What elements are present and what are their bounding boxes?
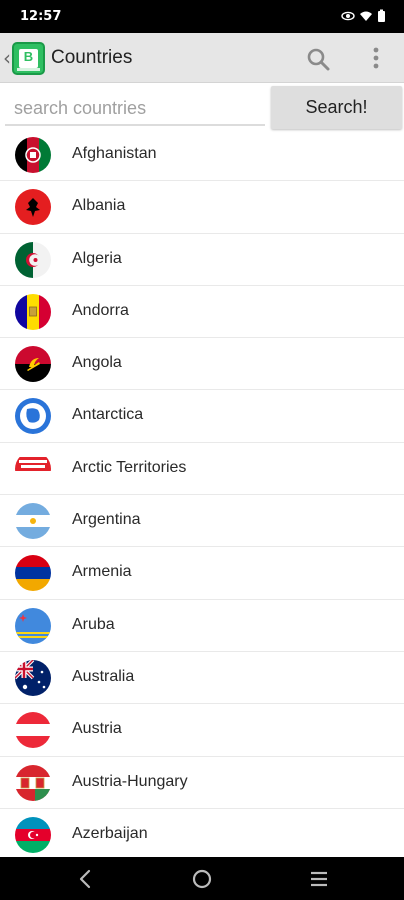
status-icons [341, 9, 386, 23]
country-name: Argentina [72, 511, 141, 529]
recents-nav-icon[interactable] [307, 867, 331, 891]
list-item[interactable]: Arctic Territories [0, 443, 404, 496]
search-input[interactable] [5, 92, 265, 126]
country-name: Armenia [72, 563, 132, 581]
list-item[interactable]: Australia [0, 652, 404, 705]
search-icon[interactable] [304, 45, 332, 73]
list-item[interactable]: Azerbaijan [0, 809, 404, 856]
antarctica-flag-icon [15, 398, 51, 435]
list-item[interactable]: Armenia [0, 547, 404, 600]
albania-flag-icon [15, 189, 51, 226]
list-item[interactable]: Antarctica [0, 390, 404, 443]
list-item[interactable]: Albania [0, 181, 404, 234]
app-logo-stripe [17, 68, 40, 71]
country-name: Albania [72, 197, 126, 215]
country-name: Antarctica [72, 406, 144, 424]
back-nav-icon[interactable] [74, 867, 98, 891]
country-name: Algeria [72, 249, 122, 267]
status-time: 12:57 [20, 9, 62, 24]
app-logo-letter: B [19, 49, 38, 68]
app-logo: B [12, 42, 45, 75]
country-name: Afghanistan [72, 145, 157, 162]
status-bar: 12:57 [0, 0, 404, 33]
country-list[interactable]: Afghanistan Albania Algeria Andorra Ango… [0, 129, 404, 856]
list-item[interactable]: Argentina [0, 495, 404, 548]
country-name: Austria [72, 720, 122, 738]
system-nav-bar [0, 857, 404, 900]
andorra-flag-icon [15, 293, 51, 330]
country-name: Australia [72, 667, 135, 685]
search-button[interactable]: Search! [271, 86, 402, 129]
angola-flag-icon [15, 346, 51, 383]
country-name: Arctic Territories [72, 458, 187, 476]
app-bar: ‹ B Countries [0, 33, 404, 83]
country-name: Azerbaijan [72, 824, 148, 842]
austria-hungary-flag-icon [15, 764, 51, 801]
back-chevron-icon[interactable]: ‹ [3, 46, 11, 70]
argentina-flag-icon [15, 503, 51, 540]
battery-icon [378, 9, 385, 22]
armenia-flag-icon [15, 555, 51, 592]
aruba-flag-icon [15, 607, 51, 644]
list-item[interactable]: Austria [0, 704, 404, 757]
page-title: Countries [51, 47, 133, 68]
afghanistan-flag-icon [15, 137, 51, 173]
algeria-flag-icon [15, 241, 51, 278]
australia-flag-icon [15, 659, 51, 696]
country-name: Andorra [72, 301, 129, 319]
home-nav-icon[interactable] [190, 867, 214, 891]
wifi-icon [360, 11, 372, 21]
list-item[interactable]: Aruba [0, 600, 404, 652]
country-name: Austria-Hungary [72, 772, 188, 790]
eye-icon [341, 11, 355, 21]
list-item[interactable]: Afghanistan [0, 129, 404, 182]
arctic-territories-flag-icon [15, 450, 51, 487]
country-name: Aruba [72, 615, 115, 633]
azerbaijan-flag-icon [15, 816, 51, 853]
list-item[interactable]: Austria-Hungary [0, 757, 404, 809]
list-item[interactable]: Andorra [0, 286, 404, 339]
country-name: Angola [72, 354, 122, 372]
list-item[interactable]: Angola [0, 338, 404, 391]
austria-flag-icon [15, 712, 51, 749]
overflow-menu-icon[interactable] [362, 45, 390, 73]
list-item[interactable]: Algeria [0, 234, 404, 286]
